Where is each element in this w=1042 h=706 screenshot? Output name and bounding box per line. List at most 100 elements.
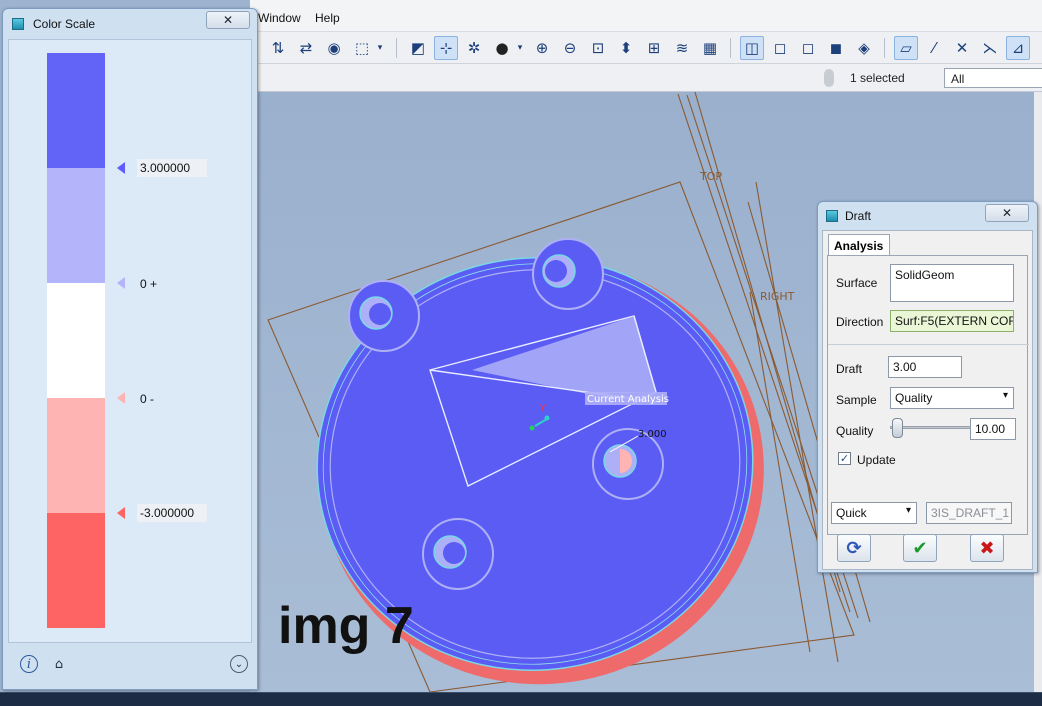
repeat-icon: ⟳ (846, 537, 862, 559)
spin-center-icon[interactable]: ⊹ (434, 36, 458, 60)
color-band-4 (47, 398, 105, 513)
select-box-icon[interactable]: ⬚ (350, 36, 374, 60)
selection-status-bar: 1 selected All (250, 64, 1042, 92)
chevron-down-icon: ▾ (1002, 390, 1008, 401)
color-band-5 (47, 513, 105, 628)
color-band-3 (47, 283, 105, 398)
layers-icon[interactable]: ≋ (670, 36, 694, 60)
color-scale-panel: 3.000000 0 + 0 - -3.000000 (8, 39, 252, 643)
annotation-display-icon[interactable]: ⊿ (1006, 36, 1030, 60)
scale-marker-1[interactable] (117, 162, 125, 174)
enhanced-realism-icon[interactable]: ◈ (852, 36, 876, 60)
home-icon[interactable]: ⌂ (50, 655, 68, 673)
image-caption: img 7 (278, 597, 414, 655)
datum-label-top: TOP (699, 170, 722, 183)
color-scale-titlebar[interactable]: Color Scale ✕ (3, 9, 257, 37)
binoculars-icon[interactable]: ◉ (322, 36, 346, 60)
hole-2 (532, 238, 604, 310)
analysis-tab-panel: Surface SolidGeom Direction Surf:F5(EXTE… (827, 255, 1029, 535)
regenerate-icon[interactable]: ⇅ (266, 36, 290, 60)
zoom-out-icon[interactable]: ⊖ (558, 36, 582, 60)
scale-marker-2[interactable] (117, 277, 125, 289)
cancel-x-icon: ✖ (979, 537, 995, 559)
ok-button[interactable]: ✔ (903, 534, 937, 562)
find-icon[interactable]: ⇄ (294, 36, 318, 60)
saved-views-icon[interactable]: ◩ (406, 36, 430, 60)
point-display-icon[interactable]: ✕ (950, 36, 974, 60)
expand-icon[interactable]: ⌄ (230, 655, 248, 673)
mode-select[interactable]: Quick ▾ (831, 502, 917, 524)
draft-angle-input[interactable]: 3.00 (888, 356, 962, 378)
menu-window[interactable]: Window (258, 11, 301, 25)
datum-label-right: RIGHT (760, 290, 795, 303)
close-icon: ✕ (1001, 206, 1013, 220)
reorient-icon[interactable]: ⬍ (614, 36, 638, 60)
surface-collector[interactable]: SolidGeom (890, 264, 1014, 302)
current-analysis-tag: Current Analysis (587, 394, 669, 405)
repeat-button[interactable]: ⟳ (837, 534, 871, 562)
scale-value-zero-minus: 0 - (140, 392, 155, 406)
quality-input[interactable]: 10.00 (970, 418, 1016, 440)
draft-label: Draft (836, 362, 863, 376)
sample-label: Sample (836, 393, 877, 407)
color-scale-close-button[interactable]: ✕ (206, 11, 250, 29)
selection-bulb-icon[interactable] (824, 69, 834, 87)
quality-label: Quality (836, 424, 874, 438)
hole-1 (348, 280, 420, 352)
checkmark-icon: ✔ (912, 537, 928, 559)
draft-dialog-title: Draft (845, 209, 872, 223)
surface-label: Surface (836, 276, 878, 290)
color-band-2 (47, 168, 105, 283)
menu-help[interactable]: Help (315, 11, 340, 25)
sample-select[interactable]: Quality ▾ (890, 387, 1014, 409)
update-checkbox[interactable]: ✓ (838, 452, 851, 465)
select-dropdown-icon[interactable]: ▾ (374, 36, 386, 60)
wireframe-icon[interactable]: ◫ (740, 36, 764, 60)
cancel-button[interactable]: ✖ (970, 534, 1004, 562)
draft-dialog-close-button[interactable]: ✕ (985, 204, 1029, 222)
refit-icon[interactable]: ⊡ (586, 36, 610, 60)
analysis-name-input[interactable]: 3IS_DRAFT_1 (926, 502, 1012, 524)
color-scale-window: Color Scale ✕ 3.000000 0 + 0 - -3.000000… (2, 8, 258, 690)
color-scale-footer: i ⌂ ⌄ (8, 645, 252, 685)
appearance-icon[interactable]: ▦ (698, 36, 722, 60)
no-hidden-icon[interactable]: ◻ (796, 36, 820, 60)
quality-slider-thumb[interactable] (892, 418, 903, 438)
scale-value-min[interactable]: -3.000000 (137, 504, 207, 522)
annotation-icon[interactable]: ✲ (462, 36, 486, 60)
scale-marker-4[interactable] (117, 507, 125, 519)
tab-analysis[interactable]: Analysis (828, 234, 890, 256)
close-icon: ✕ (222, 13, 234, 27)
color-scale-title: Color Scale (33, 17, 96, 31)
shaded-icon[interactable]: ◼ (824, 36, 848, 60)
direction-collector[interactable]: Surf:F5(EXTERN COF (890, 310, 1014, 332)
draft-dialog: Draft ✕ Analysis Surface SolidGeom Direc… (817, 201, 1038, 573)
shading-dropdown-icon[interactable]: ▾ (514, 36, 526, 60)
mode-select-value: Quick (836, 506, 867, 520)
window-app-icon (12, 18, 24, 30)
hole-4 (422, 518, 494, 590)
color-band-1 (47, 53, 105, 168)
hidden-line-icon[interactable]: ◻ (768, 36, 792, 60)
zoom-in-icon[interactable]: ⊕ (530, 36, 554, 60)
svg-text:Y: Y (539, 404, 546, 414)
selection-filter[interactable]: All (944, 68, 1042, 88)
sample-select-value: Quality (895, 391, 933, 405)
plane-display-icon[interactable]: ▱ (894, 36, 918, 60)
os-taskbar (0, 692, 1042, 706)
main-toolbar: ⇅ ⇄ ◉ ⬚ ▾ ◩ ⊹ ✲ ● ▾ ⊕ ⊖ ⊡ ⬍ ⊞ ≋ ▦ ◫ ◻ ◻ … (250, 32, 1042, 64)
view-manager-icon[interactable]: ⊞ (642, 36, 666, 60)
info-icon[interactable]: i (20, 655, 38, 673)
direction-label: Direction (836, 315, 884, 329)
axis-display-icon[interactable]: ⁄ (922, 36, 946, 60)
chevron-down-icon: ▾ (905, 505, 911, 516)
scale-value-max[interactable]: 3.000000 (137, 159, 207, 177)
scale-marker-3[interactable] (117, 392, 125, 404)
csys-display-icon[interactable]: ⋋ (978, 36, 1002, 60)
shading-icon[interactable]: ● (490, 36, 514, 60)
selection-count: 1 selected (850, 71, 905, 85)
scale-value-zero-plus: 0 + (140, 277, 158, 291)
window-app-icon (826, 210, 838, 222)
draft-value-tag: 3.000 (638, 429, 667, 440)
draft-dialog-titlebar[interactable]: Draft ✕ (818, 202, 1037, 230)
